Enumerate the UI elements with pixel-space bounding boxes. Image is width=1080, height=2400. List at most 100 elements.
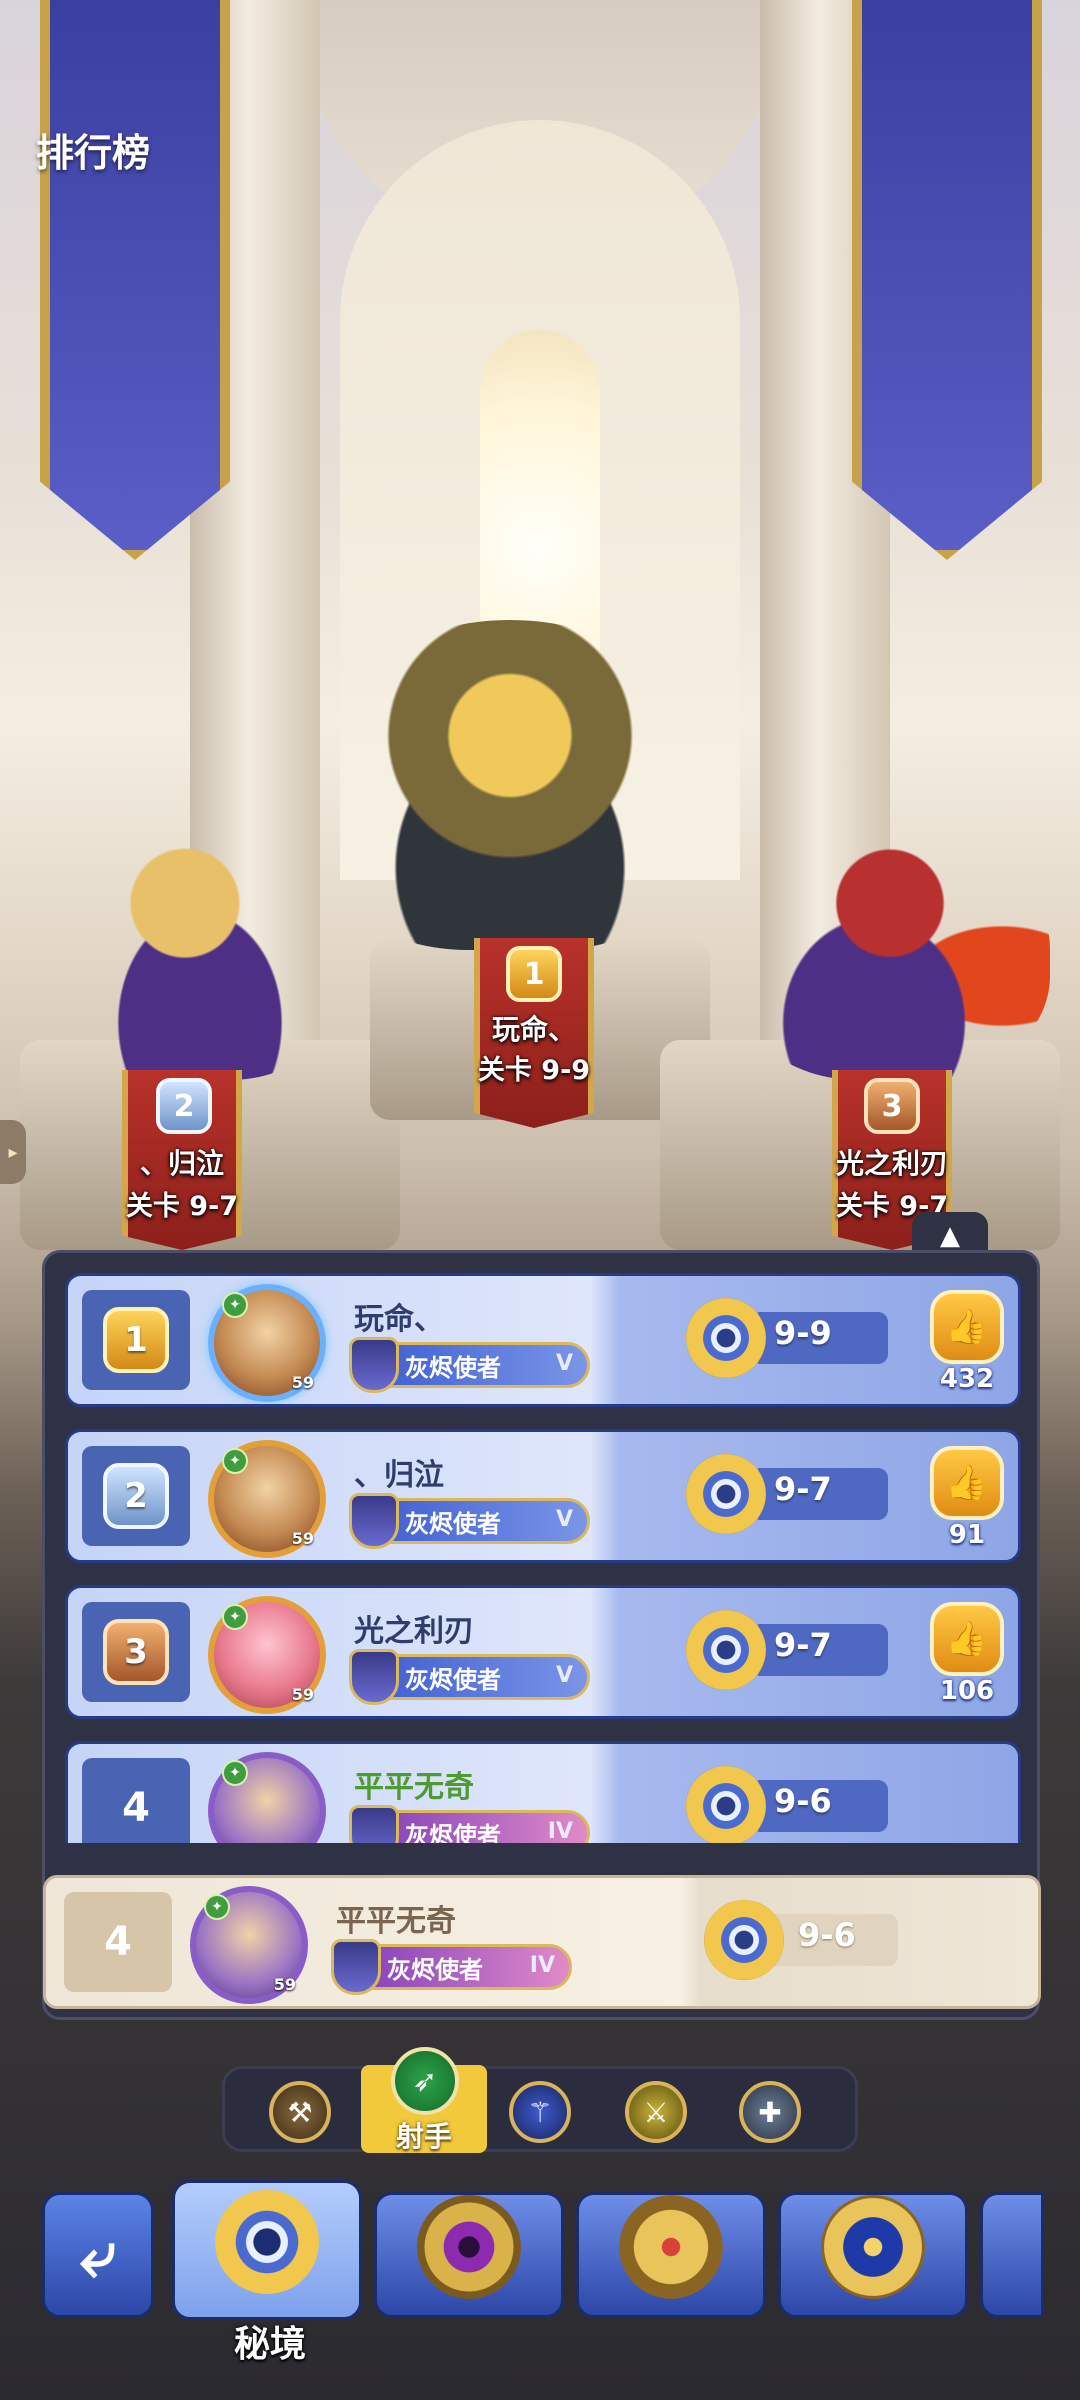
star-icon: ✦ [222,1448,248,1474]
avatar[interactable]: ✦ 59 [208,1596,326,1714]
table-row[interactable]: 3 ✦ 59 光之利刃 灰烬使者 V 9-7 👍 106 [65,1585,1021,1719]
stage-value: 9-9 [774,1314,832,1352]
filter-dagger-assassin[interactable]: ⚔ [625,2081,687,2143]
back-arrow-icon: ⤶ [80,2218,116,2292]
star-icon: ✦ [204,1894,230,1920]
thumbs-up-icon: 👍 [945,1619,989,1659]
podium-name-first: 玩命、 [491,1013,576,1046]
player-name: 平平无奇 [336,1904,456,1939]
filter-staff-mage[interactable]: ⚚ [509,2081,571,2143]
avatar[interactable]: ✦ 59 [190,1886,308,2004]
class-emblem-icon [349,1805,399,1843]
cross-icon: ✚ [758,2095,782,2129]
hall-scene: 1 玩命、 关卡 9-9 2 、归泣 关卡 9-7 3 光之利刃 关卡 9-7 [0,0,1080,1250]
crown-icon [619,2195,723,2299]
leaderboard-panel: 1 ✦ 59 玩命、 灰烬使者 V 9-9 👍 432 2 ✦ 59 、归泣 灰烬使者… [42,1250,1041,2020]
class-emblem-icon [349,1649,399,1705]
rank-cell: 4 [64,1892,172,1992]
podium-rank-badge-first: 1 [506,946,562,1002]
player-name: 、归泣 [354,1458,444,1493]
podium-rank-badge-second: 2 [156,1078,212,1134]
avatar[interactable]: ✦ 59 [208,1440,326,1558]
dagger-icon: ⚔ [643,2095,669,2129]
chevron-right-icon: ▸ [8,1141,18,1163]
compass-star-icon [821,2195,925,2299]
secret-realm-icon [215,2190,319,2294]
stage-medal-icon [704,1900,784,1980]
podium-name-second: 、归泣 [139,1147,224,1180]
leaderboard-list[interactable]: 1 ✦ 59 玩命、 灰烬使者 V 9-9 👍 432 2 ✦ 59 、归泣 灰烬使者… [65,1273,1021,1843]
like-button[interactable]: 👍 [930,1446,1004,1520]
class-name: 灰烬使者 [387,1955,483,1984]
rank-cell: 1 [82,1290,190,1390]
class-badge: 灰烬使者 V [349,1337,590,1393]
rank-cell: 2 [82,1446,190,1546]
table-row[interactable]: 4 ✦ 59 平平无奇 灰烬使者 IV 9-6 [65,1741,1021,1843]
class-name: 灰烬使者 [405,1509,501,1538]
table-row[interactable]: 2 ✦ 59 、归泣 灰烬使者 V 9-7 👍 91 [65,1429,1021,1563]
stage-value: 9-6 [798,1916,856,1954]
like-button[interactable]: 👍 [930,1290,1004,1364]
podium-name-third: 光之利刃 [835,1147,948,1180]
avatar[interactable]: ✦ 59 [208,1752,326,1843]
my-rank-row[interactable]: 4 ✦ 59 平平无奇 灰烬使者 IV 9-6 [43,1875,1041,2009]
class-tier: IV [547,1819,573,1843]
class-name: 灰烬使者 [405,1353,501,1382]
mode-compass-star[interactable] [778,2192,968,2318]
class-emblem-icon [349,1493,399,1549]
mode-crown[interactable] [576,2192,766,2318]
class-badge: 灰烬使者 IV [331,1939,572,1995]
banner-right [852,0,1042,560]
filter-axe-warrior[interactable]: ⚒ [269,2081,331,2143]
staff-icon: ⚚ [527,2095,553,2129]
avatar-level: 59 [291,1373,314,1392]
star-icon: ✦ [222,1292,248,1318]
class-badge: 灰烬使者 IV [349,1805,590,1844]
class-tier: IV [529,1953,555,1978]
class-tier: V [555,1507,573,1532]
class-name: 灰烬使者 [405,1665,501,1694]
player-name: 玩命、 [354,1302,444,1337]
bottom-nav: ⤶ 秘境 [0,2168,1080,2400]
avatar-level: 59 [273,1975,296,1994]
like-count: 106 [939,1676,995,1706]
mode-secret-realm[interactable]: 秘境 [172,2180,362,2365]
like-button[interactable]: 👍 [930,1602,1004,1676]
stage-medal-icon [686,1454,766,1534]
rank-medal-gold: 1 [103,1307,169,1373]
filter-archer-label: 射手 [395,2120,452,2153]
rank-medal-silver: 2 [103,1463,169,1529]
filter-cross-priest[interactable]: ✚ [739,2081,801,2143]
avatar[interactable]: ✦ 59 [208,1284,326,1402]
side-expand-tab[interactable]: ▸ [0,1120,26,1184]
like-count: 432 [939,1364,995,1394]
table-row[interactable]: 1 ✦ 59 玩命、 灰烬使者 V 9-9 👍 432 [65,1273,1021,1407]
class-tier: V [555,1351,573,1376]
hero-first-place[interactable] [300,620,720,950]
mode-purple-eye[interactable] [374,2192,564,2318]
player-name: 平平无奇 [354,1770,474,1805]
banner-left [40,0,230,560]
stage-medal-icon [686,1766,766,1843]
avatar-level: 59 [292,1841,314,1843]
stage-value: 9-7 [774,1626,832,1664]
class-tier: V [555,1663,573,1688]
chevron-up-icon: ▲ [940,1221,960,1251]
hero-second-place[interactable] [50,820,350,1080]
rank-medal-bronze: 3 [103,1619,169,1685]
podium-stage-first: 关卡 9-9 [477,1055,591,1086]
stage-value: 9-7 [774,1470,832,1508]
class-badge: 灰烬使者 V [349,1649,590,1705]
hero-third-place[interactable] [730,820,1050,1080]
rank-number: 4 [104,1919,132,1965]
thumbs-up-icon: 👍 [945,1307,989,1347]
stage-medal-icon [686,1610,766,1690]
class-badge: 灰烬使者 V [349,1493,590,1549]
mode-next-partial[interactable] [980,2192,1044,2318]
back-button[interactable]: ⤶ [42,2192,154,2318]
stage-value: 9-6 [774,1782,832,1820]
star-icon: ✦ [222,1604,248,1630]
rank-cell: 4 [82,1758,190,1843]
bow-icon: ➶ [391,2047,459,2115]
class-name: 灰烬使者 [405,1821,501,1844]
